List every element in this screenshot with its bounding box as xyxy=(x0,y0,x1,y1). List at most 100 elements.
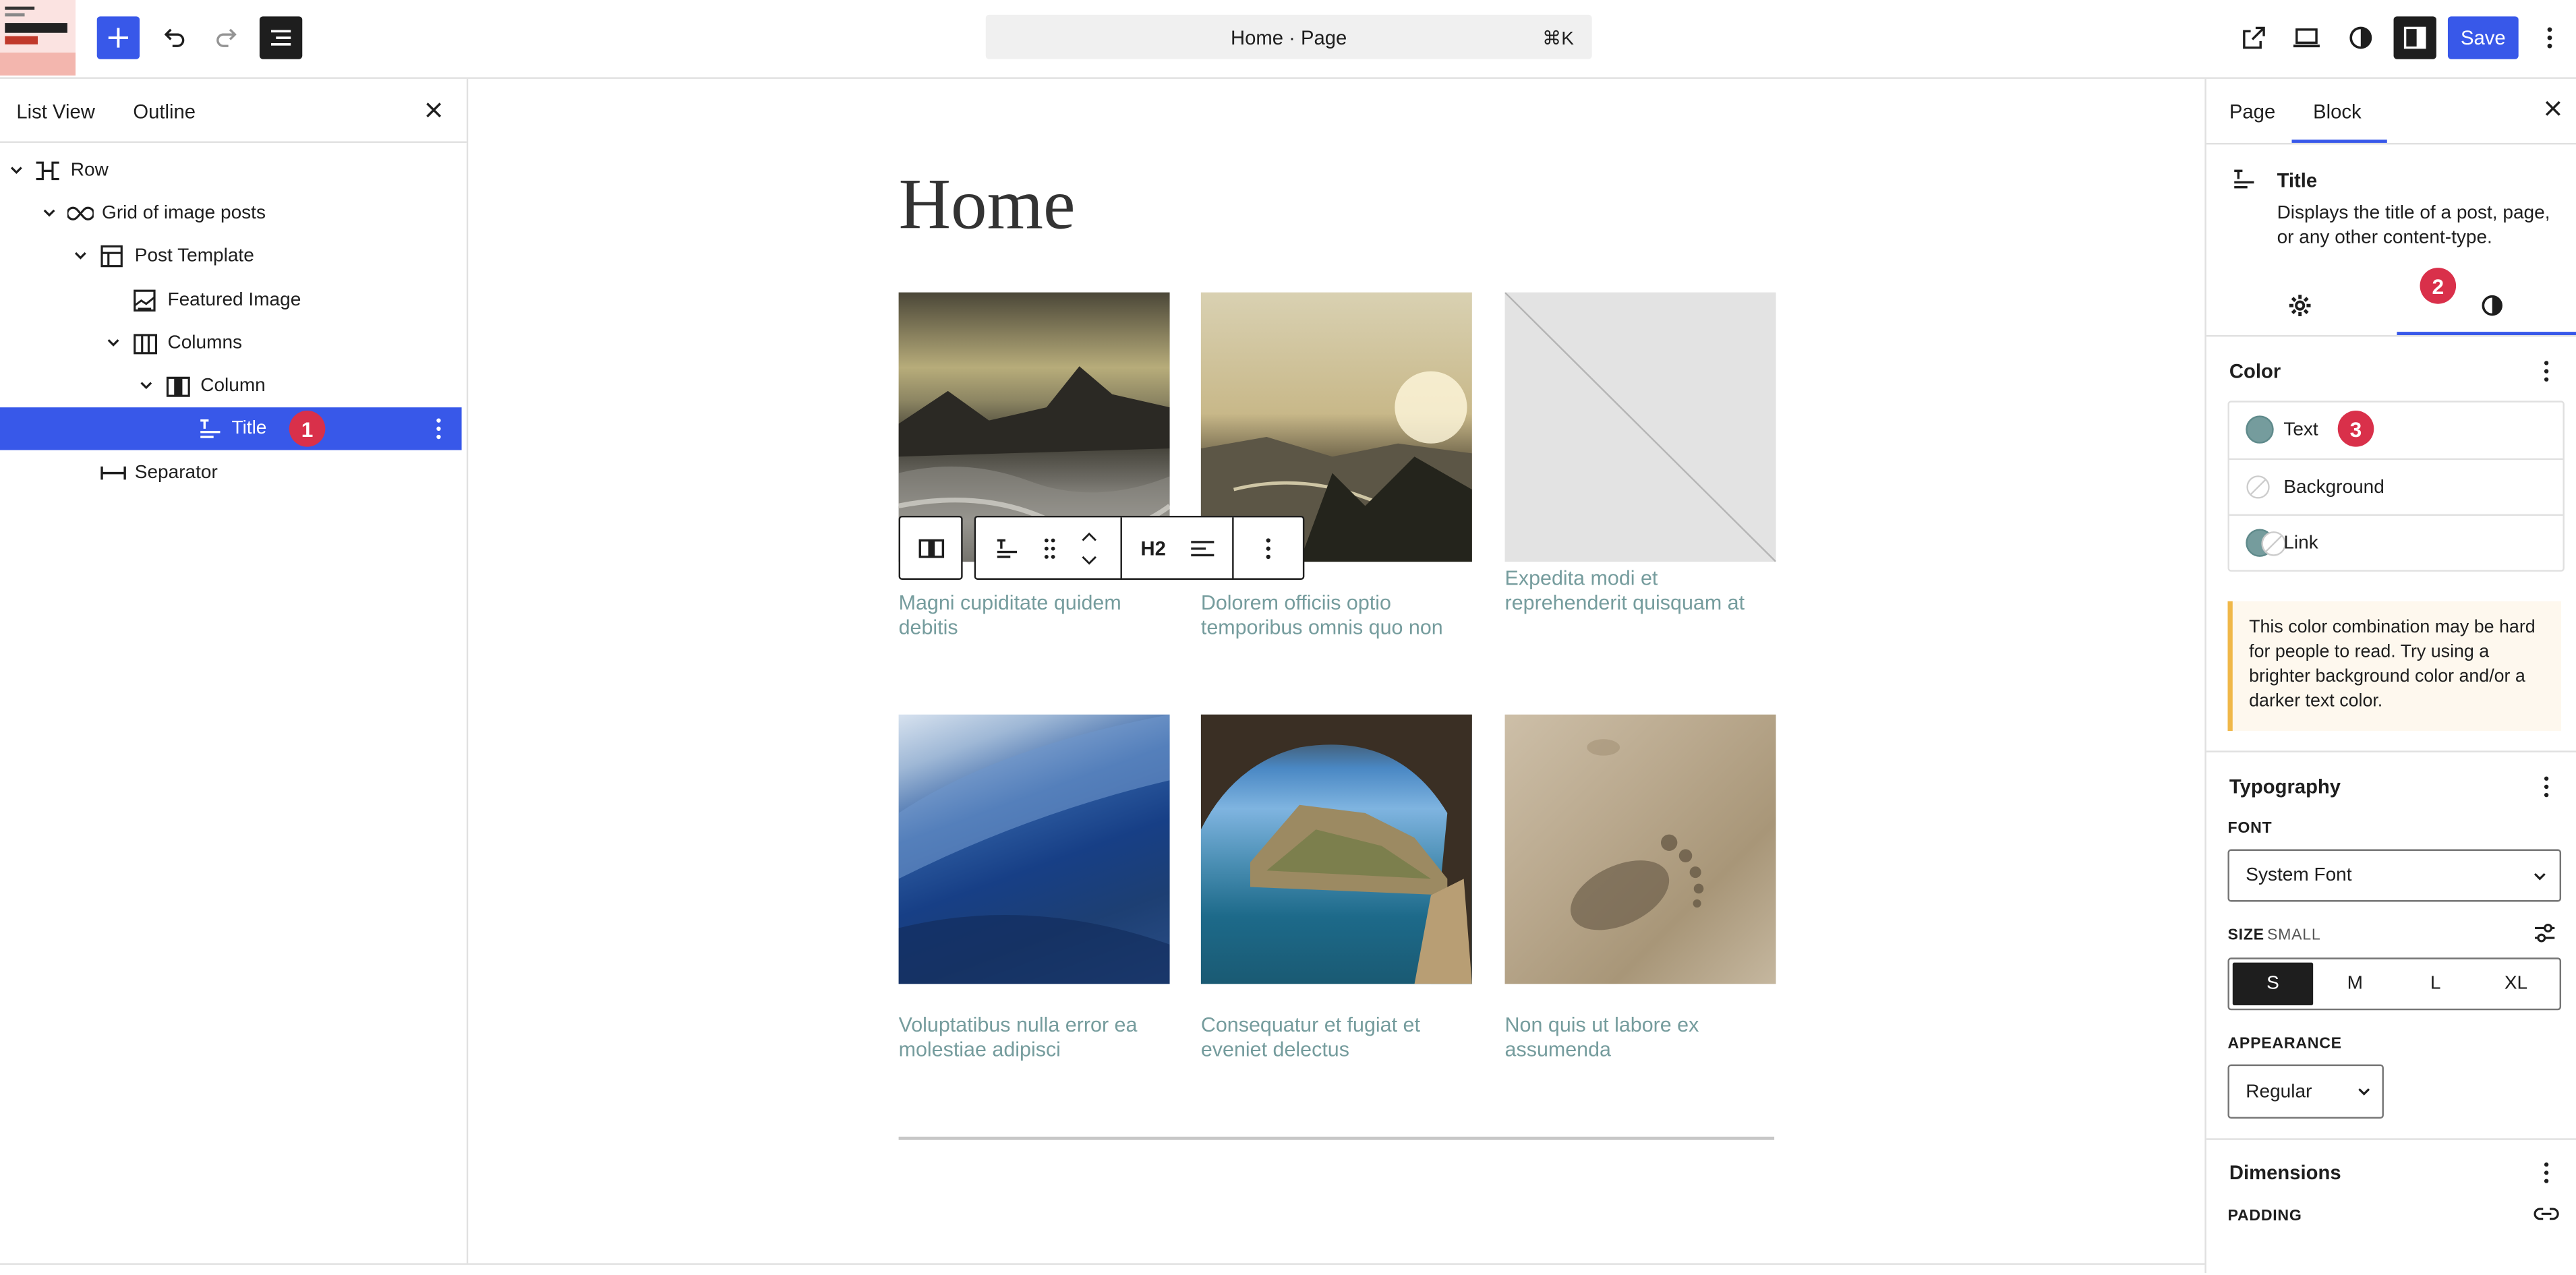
color-item-background[interactable]: Background xyxy=(2229,458,2563,514)
tab-outline[interactable]: Outline xyxy=(133,100,196,123)
vertical-dots-icon[interactable] xyxy=(2534,773,2560,800)
size-hint: SMALL xyxy=(2266,926,2321,945)
separator-block[interactable] xyxy=(898,1136,1775,1140)
half-circle-icon xyxy=(2349,26,2372,49)
font-family-select[interactable]: System Font xyxy=(2227,849,2562,902)
move-up-down-button[interactable] xyxy=(1071,517,1107,578)
title-icon xyxy=(200,419,221,438)
parent-selector-button[interactable] xyxy=(898,515,963,580)
add-block-button[interactable] xyxy=(96,16,140,59)
list-item-label: Featured Image xyxy=(167,291,301,311)
close-icon xyxy=(2545,100,2560,116)
color-item-link[interactable]: Link xyxy=(2229,514,2563,570)
close-list-view-button[interactable] xyxy=(424,100,444,120)
site-icon[interactable] xyxy=(0,0,76,76)
options-button[interactable] xyxy=(2534,16,2567,59)
color-item-text[interactable]: Text 3 xyxy=(2229,403,2563,456)
chevron-down-icon xyxy=(2358,1088,2370,1096)
post-title[interactable]: Consequatur et fugiat et eveniet delectu… xyxy=(1201,1013,1472,1063)
redo-button[interactable] xyxy=(206,16,248,59)
size-option-xl[interactable]: XL xyxy=(2476,963,2556,1005)
row-icon xyxy=(36,161,59,181)
title-icon xyxy=(997,538,1018,558)
styles-subtab[interactable] xyxy=(2472,289,2511,322)
laptop-icon xyxy=(2293,28,2320,48)
tab-block[interactable]: Block xyxy=(2313,100,2361,123)
settings-button[interactable] xyxy=(2393,16,2436,59)
list-item-featured-image[interactable]: Featured Image xyxy=(0,279,462,322)
list-item-title[interactable]: Title 1 xyxy=(0,407,462,450)
list-item-label: Columns xyxy=(167,333,243,353)
contrast-warning: This color combination may be hard for p… xyxy=(2227,601,2562,732)
page-title[interactable]: Home xyxy=(899,162,1076,246)
drag-handle[interactable] xyxy=(1032,517,1068,578)
chevron-down-icon[interactable] xyxy=(8,162,24,179)
featured-image[interactable] xyxy=(1504,714,1776,984)
list-item-label: Title xyxy=(231,419,267,439)
list-item-label: Grid of image posts xyxy=(102,204,266,224)
settings-subtab[interactable] xyxy=(2280,289,2319,322)
list-item-separator[interactable]: Separator xyxy=(0,452,462,494)
view-page-button[interactable] xyxy=(2234,16,2273,59)
preview-button[interactable] xyxy=(2287,16,2326,59)
editor-canvas xyxy=(468,78,2205,1264)
chevron-down-icon[interactable] xyxy=(41,206,57,222)
custom-size-icon[interactable] xyxy=(2534,922,2556,945)
layout-icon xyxy=(100,245,123,268)
color-settings-group: Text 3 Background Link xyxy=(2227,401,2565,572)
block-options-button[interactable] xyxy=(1239,517,1298,578)
block-card-description: Displays the title of a post, page, or a… xyxy=(2277,204,2550,248)
tab-page[interactable]: Page xyxy=(2229,100,2275,123)
padding-label: PADDING xyxy=(2227,1207,2302,1226)
appearance-select[interactable]: Regular xyxy=(2227,1064,2384,1119)
command-shortcut: ⌘K xyxy=(1542,29,1574,50)
post-title[interactable]: Dolorem officiis optio temporibus omnis … xyxy=(1201,591,1472,641)
heading-level-button[interactable]: H2 xyxy=(1127,517,1179,578)
chevron-down-icon[interactable] xyxy=(72,248,88,264)
section-divider xyxy=(2206,750,2576,752)
dimensions-panel-title[interactable]: Dimensions xyxy=(2229,1161,2341,1184)
size-option-s[interactable]: S xyxy=(2232,962,2314,1005)
list-item-columns[interactable]: Columns xyxy=(0,322,462,364)
typography-panel-title[interactable]: Typography xyxy=(2229,775,2341,798)
post-title[interactable]: Magni cupiditate quidem debitis xyxy=(899,591,1170,641)
command-bar[interactable]: Home · Page ⌘K xyxy=(985,14,1592,59)
ocean-wave-photo xyxy=(898,714,1170,984)
sidebar-icon xyxy=(2403,26,2426,49)
featured-image[interactable] xyxy=(1200,714,1472,984)
document-overview-button[interactable] xyxy=(259,16,303,59)
tabs-divider xyxy=(2206,142,2576,145)
vertical-dots-icon[interactable] xyxy=(2534,1160,2560,1186)
document-title: Home · Page xyxy=(1231,26,1347,50)
color-item-label: Text xyxy=(2283,419,2318,440)
featured-image-placeholder[interactable] xyxy=(1504,292,1776,562)
post-title[interactable]: Non quis ut labore ex assumenda xyxy=(1505,1013,1776,1063)
featured-image[interactable] xyxy=(898,714,1170,984)
size-label: SIZE xyxy=(2227,926,2264,945)
close-sidebar-button[interactable] xyxy=(2543,98,2563,118)
vertical-dots-icon[interactable] xyxy=(436,417,442,440)
post-title[interactable]: Expedita modi et reprehenderit quisquam … xyxy=(1505,566,1776,616)
align-text-button[interactable] xyxy=(1179,517,1225,578)
save-button[interactable]: Save xyxy=(2447,16,2519,59)
styles-button[interactable] xyxy=(2341,16,2380,59)
vertical-dots-icon[interactable] xyxy=(2534,358,2560,384)
color-panel-title[interactable]: Color xyxy=(2229,360,2281,383)
external-link-icon xyxy=(2243,26,2265,49)
list-item-column[interactable]: Column xyxy=(0,365,462,407)
post-title[interactable]: Voluptatibus nulla error ea molestiae ad… xyxy=(899,1013,1170,1063)
list-view-panel: List View Outline Row Grid of image post… xyxy=(0,78,469,1274)
link-icon[interactable] xyxy=(2534,1204,2560,1224)
list-item-query-loop[interactable]: Grid of image posts xyxy=(0,192,462,235)
undo-icon xyxy=(164,28,185,47)
tab-list-view[interactable]: List View xyxy=(16,100,94,123)
size-option-m[interactable]: M xyxy=(2315,963,2395,1005)
size-option-l[interactable]: L xyxy=(2395,963,2476,1005)
list-item-row[interactable]: Row xyxy=(0,150,462,192)
chevron-down-icon[interactable] xyxy=(105,335,121,351)
block-type-button[interactable] xyxy=(983,517,1032,578)
list-item-post-template[interactable]: Post Template xyxy=(0,235,462,277)
toolbar-group: H2 xyxy=(974,515,1305,580)
undo-button[interactable] xyxy=(153,16,196,59)
chevron-down-icon[interactable] xyxy=(138,378,154,394)
